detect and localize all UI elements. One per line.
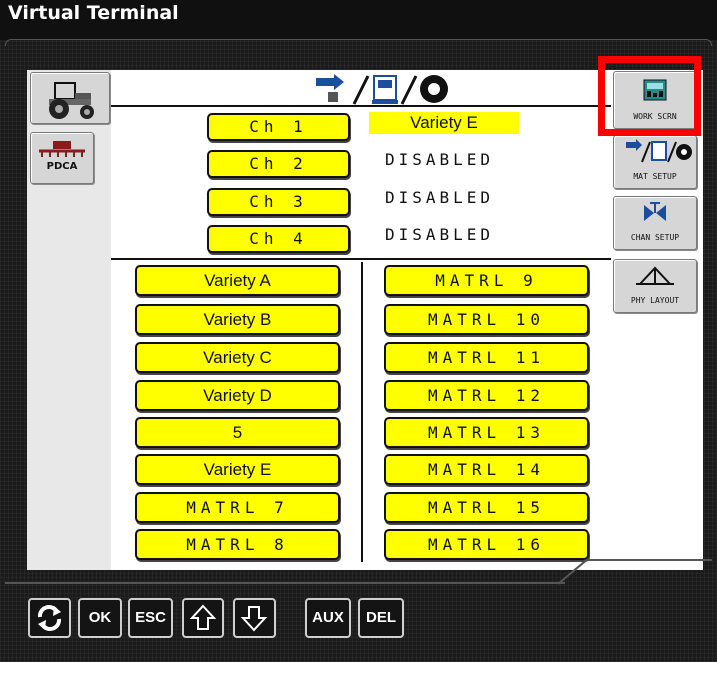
material-button-15[interactable]: MATRL 15 xyxy=(384,492,589,523)
channel-separator xyxy=(111,258,611,260)
channel-1-button[interactable]: Ch 1 xyxy=(207,113,350,141)
channel-4-status: DISABLED xyxy=(385,225,495,244)
bottom-frame xyxy=(5,582,565,584)
channel-4-button[interactable]: Ch 4 xyxy=(207,225,350,253)
material-button-10[interactable]: MATRL 10 xyxy=(384,304,589,335)
window-title: Virtual Terminal xyxy=(8,2,179,24)
left-panel: PDCA xyxy=(27,70,111,570)
tractor-icon xyxy=(49,82,94,119)
ok-button[interactable]: OK xyxy=(78,598,122,638)
material-button-6[interactable]: Variety E xyxy=(135,454,340,485)
channel-1-value: Variety E xyxy=(410,113,478,132)
title-bar: Virtual Terminal xyxy=(0,0,717,40)
material-setup-icon xyxy=(626,139,692,163)
mat-setup-label: MAT SETUP xyxy=(633,172,677,181)
material-header-icon xyxy=(316,74,448,105)
material-button-2[interactable]: Variety B xyxy=(135,304,340,335)
arrow-up-button[interactable] xyxy=(182,598,224,638)
del-button[interactable]: DEL xyxy=(358,598,404,638)
material-button-16[interactable]: MATRL 16 xyxy=(384,529,589,560)
material-button-11[interactable]: MATRL 11 xyxy=(384,342,589,373)
material-button-8[interactable]: MATRL 8 xyxy=(135,529,340,560)
material-button-5[interactable]: 5 xyxy=(135,417,340,448)
refresh-button[interactable] xyxy=(28,598,71,638)
arrow-down-button[interactable] xyxy=(233,598,276,638)
chan-setup-label: CHAN SETUP xyxy=(630,233,680,242)
material-button-9[interactable]: MATRL 9 xyxy=(384,265,589,296)
highlight-box xyxy=(598,56,701,136)
header-separator xyxy=(111,105,611,107)
pdca-label: PDCA xyxy=(46,161,78,172)
arrow-down-icon xyxy=(240,606,268,632)
channel-3-button[interactable]: Ch 3 xyxy=(207,188,350,216)
physical-layout-icon xyxy=(636,266,674,285)
material-button-14[interactable]: MATRL 14 xyxy=(384,454,589,485)
sprayer-icon xyxy=(39,141,85,157)
chan-setup-softkey[interactable]: CHAN SETUP xyxy=(613,196,697,250)
material-button-3[interactable]: Variety C xyxy=(135,342,340,373)
channel-2-button[interactable]: Ch 2 xyxy=(207,150,350,178)
phy-layout-softkey[interactable]: PHY LAYOUT xyxy=(613,259,697,313)
material-button-12[interactable]: MATRL 12 xyxy=(384,380,589,411)
refresh-icon xyxy=(37,605,62,631)
mat-setup-softkey[interactable]: MAT SETUP xyxy=(613,135,697,189)
material-button-7[interactable]: MATRL 7 xyxy=(135,492,340,523)
pdca-button[interactable]: PDCA xyxy=(30,132,94,184)
tractor-button[interactable] xyxy=(30,72,110,124)
frame-border xyxy=(5,39,712,46)
material-button-4[interactable]: Variety D xyxy=(135,380,340,411)
channel-3-status: DISABLED xyxy=(385,188,495,207)
phy-layout-label: PHY LAYOUT xyxy=(630,296,680,305)
channel-2-status: DISABLED xyxy=(385,150,495,169)
arrow-up-icon xyxy=(189,604,217,630)
virtual-terminal-window: Virtual Terminal PDCA Ch 1 Variety E Ch … xyxy=(0,0,717,662)
vt-screen: PDCA Ch 1 Variety E Ch 2 DISABLED Ch 3 D… xyxy=(27,70,703,570)
material-button-13[interactable]: MATRL 13 xyxy=(384,417,589,448)
materials-divider xyxy=(361,262,363,562)
channel-valve-icon xyxy=(644,202,666,221)
material-button-1[interactable]: Variety A xyxy=(135,265,340,296)
bottom-frame-right xyxy=(588,559,712,561)
esc-button[interactable]: ESC xyxy=(128,598,173,638)
aux-button[interactable]: AUX xyxy=(305,598,351,638)
